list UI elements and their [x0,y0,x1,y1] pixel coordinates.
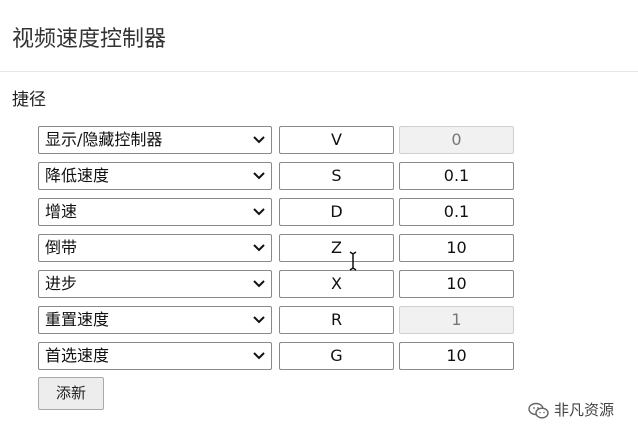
shortcut-row: 显示/隐藏控制器 V 0 [38,126,518,154]
action-select[interactable]: 降低速度 [38,162,272,190]
chevron-down-icon [253,136,265,144]
shortcut-row: 进步 X 10 [38,270,518,298]
shortcut-row: 倒带 Z 10 [38,234,518,262]
value-input[interactable]: 10 [399,270,514,298]
section-title-shortcuts: 捷径 [12,90,46,110]
add-shortcut-button[interactable]: 添新 [38,377,104,410]
value-input[interactable]: 0.1 [399,198,514,226]
key-input[interactable]: Z [279,234,394,262]
chevron-down-icon [253,172,265,180]
action-select[interactable]: 倒带 [38,234,272,262]
action-select-value: 增速 [45,202,78,221]
action-select-value: 倒带 [45,238,78,257]
action-select-value: 进步 [45,274,78,293]
chevron-down-icon [253,316,265,324]
value-input[interactable]: 10 [399,234,514,262]
watermark-text: 非凡资源 [554,401,615,419]
key-input[interactable]: S [279,162,394,190]
chevron-down-icon [253,244,265,252]
wechat-icon [528,402,549,419]
chevron-down-icon [253,208,265,216]
action-select-value: 降低速度 [45,166,110,185]
action-select[interactable]: 增速 [38,198,272,226]
key-input[interactable]: G [279,342,394,370]
action-select-value: 显示/隐藏控制器 [45,130,163,149]
action-select[interactable]: 显示/隐藏控制器 [38,126,272,154]
action-select-value: 首选速度 [45,346,110,365]
action-select[interactable]: 首选速度 [38,342,272,370]
action-select-value: 重置速度 [45,310,110,329]
value-input[interactable]: 10 [399,342,514,370]
page-title: 视频速度控制器 [12,27,167,52]
key-input[interactable]: D [279,198,394,226]
key-input[interactable]: X [279,270,394,298]
shortcut-row: 增速 D 0.1 [38,198,518,226]
chevron-down-icon [253,280,265,288]
key-input[interactable]: V [279,126,394,154]
chevron-down-icon [253,352,265,360]
action-select[interactable]: 进步 [38,270,272,298]
value-input: 1 [399,306,514,334]
action-select[interactable]: 重置速度 [38,306,272,334]
shortcut-row: 重置速度 R 1 [38,306,518,334]
watermark: 非凡资源 [528,399,614,421]
shortcut-list: 显示/隐藏控制器 V 0 降低速度 S 0.1 增速 D 0.1 倒带 Z 10… [38,126,518,370]
shortcut-row: 降低速度 S 0.1 [38,162,518,190]
text-cursor-icon [349,251,357,271]
value-input[interactable]: 0.1 [399,162,514,190]
value-input: 0 [399,126,514,154]
divider [0,71,638,72]
shortcut-row: 首选速度 G 10 [38,342,518,370]
key-input[interactable]: R [279,306,394,334]
